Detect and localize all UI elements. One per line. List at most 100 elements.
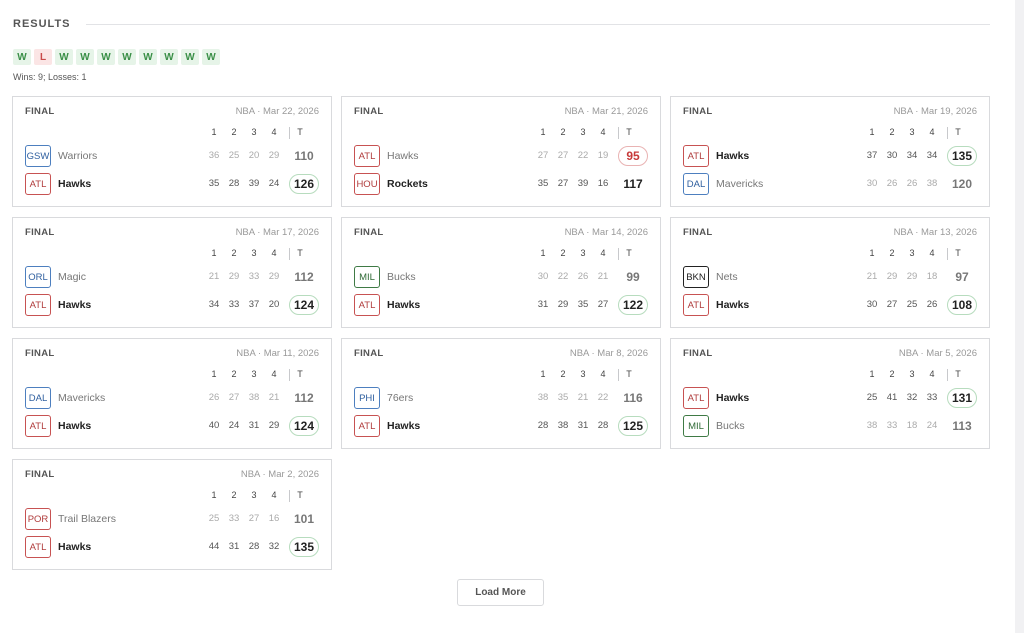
quarter-label: T <box>626 369 632 379</box>
team-name[interactable]: Hawks <box>387 145 419 167</box>
quarter-score: 35 <box>557 392 569 403</box>
team-logo-badge: GSW <box>25 145 51 167</box>
load-more-button[interactable]: Load More <box>457 579 544 606</box>
quarter-score: 24 <box>268 178 280 189</box>
team-row: ATL Hawks 28 38 31 28 125 <box>342 415 660 437</box>
quarter-score: 34 <box>926 150 938 161</box>
team-name[interactable]: Hawks <box>58 173 91 195</box>
total-score: 124 <box>289 295 319 315</box>
quarter-header: 1 2 3 4 T <box>342 127 660 139</box>
quarter-label: T <box>955 248 961 258</box>
quarter-score: 25 <box>208 513 220 524</box>
team-logo-badge: BKN <box>683 266 709 288</box>
team-name[interactable]: Hawks <box>387 294 420 316</box>
quarter-score: 29 <box>886 271 898 282</box>
quarter-label: 4 <box>929 248 935 258</box>
quarter-score: 33 <box>228 513 240 524</box>
form-guide: WLWWWWWWWW <box>13 49 220 65</box>
quarter-label: 2 <box>560 127 566 137</box>
game-league-date: NBA · Mar 5, 2026 <box>898 348 977 359</box>
total-divider <box>618 369 619 381</box>
total-divider <box>289 490 290 502</box>
quarter-header: 1 2 3 4 T <box>342 248 660 260</box>
game-league-date: NBA · Mar 21, 2026 <box>564 106 648 117</box>
quarter-label: 3 <box>580 369 586 379</box>
game-status: FINAL <box>25 106 55 117</box>
game-league-date: NBA · Mar 19, 2026 <box>893 106 977 117</box>
game-card[interactable]: FINAL NBA · Mar 2, 2026 1 2 3 4 T POR Trail Blaz… <box>12 459 332 570</box>
team-name[interactable]: Mavericks <box>58 387 105 409</box>
quarter-score: 21 <box>268 392 280 403</box>
quarter-label: 2 <box>889 248 895 258</box>
quarter-score: 26 <box>208 392 220 403</box>
total-score: 99 <box>626 270 640 284</box>
scrollbar-track[interactable] <box>1015 0 1024 633</box>
total-divider <box>289 248 290 260</box>
game-card[interactable]: FINAL NBA · Mar 13, 2026 1 2 3 4 T BKN Nets 21 29 2… <box>670 217 990 328</box>
game-card[interactable]: FINAL NBA · Mar 14, 2026 1 2 3 4 T MIL Bucks 30 22… <box>341 217 661 328</box>
quarter-label: 3 <box>909 127 915 137</box>
section-title: RESULTS <box>13 18 71 30</box>
quarter-label: T <box>626 127 632 137</box>
team-name[interactable]: Mavericks <box>716 173 763 195</box>
team-name[interactable]: Trail Blazers <box>58 508 116 530</box>
team-name[interactable]: Hawks <box>716 145 749 167</box>
quarter-header: 1 2 3 4 T <box>13 369 331 381</box>
quarter-score: 27 <box>248 513 260 524</box>
team-logo-badge: ATL <box>25 294 51 316</box>
team-row: ATL Hawks 34 33 37 20 124 <box>13 294 331 316</box>
form-pill: L <box>34 49 52 65</box>
total-score: 113 <box>952 419 972 433</box>
quarter-label: 1 <box>869 369 875 379</box>
game-card[interactable]: FINAL NBA · Mar 17, 2026 1 2 3 4 T ORL Magic 21 29… <box>12 217 332 328</box>
quarter-score: 33 <box>886 420 898 431</box>
game-card[interactable]: FINAL NBA · Mar 8, 2026 1 2 3 4 T PHI 76ers 38 35 2… <box>341 338 661 449</box>
quarter-score: 32 <box>906 392 918 403</box>
team-name[interactable]: Hawks <box>58 536 91 558</box>
team-name[interactable]: Bucks <box>387 266 416 288</box>
quarter-label: 3 <box>251 490 257 500</box>
quarter-score: 18 <box>906 420 918 431</box>
games-grid: FINAL NBA · Mar 22, 2026 1 2 3 4 T GSW Warriors 3… <box>12 96 990 570</box>
game-card[interactable]: FINAL NBA · Mar 19, 2026 1 2 3 4 T ATL Hawks 37 30… <box>670 96 990 207</box>
total-score: 126 <box>289 174 319 194</box>
quarter-label: 4 <box>271 490 277 500</box>
quarter-score: 29 <box>268 420 280 431</box>
game-card[interactable]: FINAL NBA · Mar 5, 2026 1 2 3 4 T ATL Hawks 25 41 3… <box>670 338 990 449</box>
quarter-label: 2 <box>231 490 237 500</box>
team-name[interactable]: Magic <box>58 266 86 288</box>
quarter-score: 31 <box>537 299 549 310</box>
quarter-score: 38 <box>537 392 549 403</box>
team-logo-badge: DAL <box>25 387 51 409</box>
quarter-score: 21 <box>597 271 609 282</box>
quarter-score: 30 <box>537 271 549 282</box>
quarter-label: 2 <box>889 369 895 379</box>
team-name[interactable]: Hawks <box>387 415 420 437</box>
team-name[interactable]: 76ers <box>387 387 413 409</box>
team-name[interactable]: Hawks <box>58 294 91 316</box>
total-score: 110 <box>294 149 314 163</box>
quarter-score: 24 <box>926 420 938 431</box>
game-card[interactable]: FINAL NBA · Mar 21, 2026 1 2 3 4 T ATL Hawks 27 27… <box>341 96 661 207</box>
form-pill: W <box>76 49 94 65</box>
team-name[interactable]: Warriors <box>58 145 97 167</box>
team-row: ATL Hawks 25 41 32 33 131 <box>671 387 989 409</box>
team-name[interactable]: Hawks <box>58 415 91 437</box>
win-loss-record: Wins: 9; Losses: 1 <box>13 72 87 82</box>
game-status: FINAL <box>683 106 713 117</box>
quarter-score: 27 <box>537 150 549 161</box>
quarter-label: 2 <box>231 248 237 258</box>
game-league-date: NBA · Mar 17, 2026 <box>235 227 319 238</box>
game-card[interactable]: FINAL NBA · Mar 11, 2026 1 2 3 4 T DAL Mavericks… <box>12 338 332 449</box>
form-pill: W <box>160 49 178 65</box>
team-name[interactable]: Hawks <box>716 294 749 316</box>
quarter-score: 41 <box>886 392 898 403</box>
quarter-score: 20 <box>268 299 280 310</box>
team-name[interactable]: Rockets <box>387 173 428 195</box>
game-card[interactable]: FINAL NBA · Mar 22, 2026 1 2 3 4 T GSW Warriors 3… <box>12 96 332 207</box>
team-name[interactable]: Bucks <box>716 415 745 437</box>
team-name[interactable]: Hawks <box>716 387 749 409</box>
team-name[interactable]: Nets <box>716 266 738 288</box>
total-divider <box>947 248 948 260</box>
form-pill: W <box>181 49 199 65</box>
